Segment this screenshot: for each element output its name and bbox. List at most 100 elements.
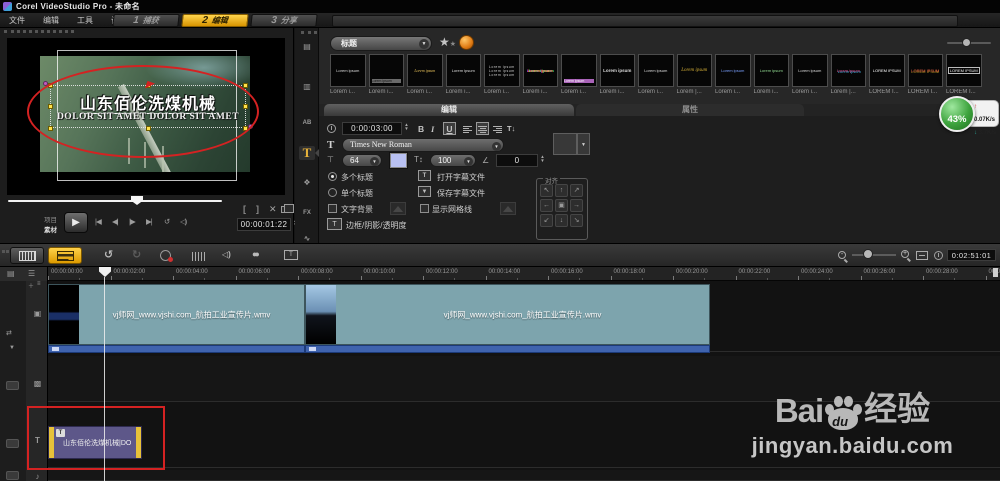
align-button-3[interactable]: ← <box>540 199 553 212</box>
tab-attributes[interactable]: 属性 <box>576 104 804 116</box>
graphic-icon[interactable]: ❖ <box>299 176 315 190</box>
mode-project-label[interactable]: 项目 <box>44 214 57 224</box>
thumb-preview[interactable]: Lorem ipsum <box>792 54 828 87</box>
redo-button[interactable]: ↻ <box>132 248 141 261</box>
mark-out-icon[interactable]: ] <box>256 204 259 214</box>
prev-frame-button[interactable]: ◀| <box>112 217 118 226</box>
preset-preview-box[interactable] <box>553 133 577 155</box>
chapter-title-icon[interactable]: T <box>284 250 298 260</box>
underline-button[interactable]: U <box>443 122 456 135</box>
rotate-angle-field[interactable]: 0 <box>496 154 538 167</box>
single-title-radio[interactable] <box>328 188 337 197</box>
home-button[interactable]: |◀ <box>95 217 101 226</box>
align-button-0[interactable]: ↖ <box>540 184 553 197</box>
template-thumb-7[interactable]: Lorem ipsumLorem i... <box>600 54 636 100</box>
voice-track-row[interactable] <box>48 470 1000 481</box>
playhead-line[interactable] <box>104 277 105 481</box>
text-color-swatch[interactable] <box>390 153 407 168</box>
track-expand-icon[interactable]: ▼ <box>9 345 15 351</box>
multiple-titles-radio[interactable] <box>328 172 337 181</box>
open-subtitle-label[interactable]: 打开字幕文件 <box>437 172 485 183</box>
thumb-preview[interactable]: Lorem ipsum <box>407 54 443 87</box>
add-track-icon[interactable]: ＋ <box>28 281 34 290</box>
template-thumb-16[interactable]: LOREM IPSUMLOREM I... <box>946 54 982 100</box>
thumb-preview[interactable]: Lorem ipsum <box>715 54 751 87</box>
undo-button[interactable]: ↺ <box>104 248 113 261</box>
record-capture-icon[interactable] <box>160 250 171 261</box>
overlay-track-icon[interactable]: ▩ <box>30 378 45 390</box>
gallery-mode-icon[interactable] <box>459 35 474 50</box>
align-left-button[interactable] <box>462 123 473 134</box>
track-list-icon[interactable]: ☰ <box>28 269 35 278</box>
fit-project-icon[interactable] <box>916 251 928 260</box>
title-track-lock-icon[interactable] <box>6 439 19 448</box>
menu-item-1[interactable]: 编辑 <box>34 13 68 28</box>
text-background-label[interactable]: 文字背景 <box>341 204 373 215</box>
text-background-options-button[interactable] <box>390 202 406 215</box>
angle-spinner[interactable]: ▲▼ <box>539 155 546 162</box>
project-duration-timecode[interactable]: 0:02:51:01 <box>947 249 996 261</box>
handle-ne[interactable] <box>243 83 248 88</box>
ruler-scroll-handle[interactable] <box>993 268 998 277</box>
template-thumb-9[interactable]: Lorem ipsumLorem |... <box>677 54 713 100</box>
template-thumb-8[interactable]: Lorem ipsumLorem i... <box>638 54 674 100</box>
mark-in-icon[interactable]: [ <box>243 204 246 214</box>
voice-track-icon[interactable]: ♪ <box>30 471 45 481</box>
transition-icon[interactable]: AB <box>299 116 315 130</box>
thumb-preview[interactable]: LOREM IPSUM <box>946 54 982 87</box>
grid-options-button[interactable] <box>500 202 516 215</box>
open-subtitle-icon[interactable]: T <box>418 170 431 181</box>
template-thumb-11[interactable]: Lorem ipsumLorem i... <box>754 54 790 100</box>
template-thumb-13[interactable]: Lorem ipsumLorem |... <box>831 54 867 100</box>
video-track-icon[interactable]: ▣ <box>30 308 45 320</box>
template-thumb-6[interactable]: Lorem ipsumLorem i... <box>561 54 597 100</box>
duration-field[interactable]: 0:00:03:00 <box>342 122 402 135</box>
thumb-preview[interactable]: Lorem ipsum <box>754 54 790 87</box>
play-button[interactable]: ▶ <box>64 212 88 233</box>
italic-button[interactable]: I <box>431 124 434 134</box>
next-frame-button[interactable]: |▶ <box>129 217 135 226</box>
sound-mixer-icon[interactable] <box>192 252 206 261</box>
step-tab-0[interactable]: 1捕获 <box>112 14 179 27</box>
template-thumb-2[interactable]: Lorem ipsumLorem i... <box>407 54 443 100</box>
audio-strip-1[interactable] <box>48 345 305 353</box>
template-thumb-5[interactable]: Lorem ipsumLorem i... <box>523 54 559 100</box>
voice-track-lock-icon[interactable] <box>6 471 19 480</box>
bold-button[interactable]: B <box>418 124 424 134</box>
net-monitor-badge[interactable]: 43% <box>939 96 975 132</box>
thumb-size-slider-thumb[interactable] <box>962 38 971 47</box>
timeline-zoom-slider[interactable] <box>852 254 896 256</box>
align-right-button[interactable] <box>492 123 503 134</box>
enlarge-preview-icon[interactable] <box>281 206 289 213</box>
template-thumb-14[interactable]: LOREM IPSUMLOREM I... <box>869 54 905 100</box>
template-thumb-1[interactable]: Lorem ipsumLorem i... <box>369 54 405 100</box>
scrub-bar[interactable] <box>8 200 222 202</box>
vertical-text-button[interactable]: T↓ <box>507 124 515 133</box>
align-button-8[interactable]: ↘ <box>570 214 583 227</box>
align-button-6[interactable]: ↙ <box>540 214 553 227</box>
align-button-2[interactable]: ↗ <box>570 184 583 197</box>
audio-strip-2[interactable] <box>305 345 710 353</box>
track-link-icon[interactable]: ⇄ <box>6 329 12 337</box>
preview-timecode[interactable]: 00:00:01:22 <box>237 218 291 231</box>
align-button-7[interactable]: ↓ <box>555 214 568 227</box>
template-thumb-10[interactable]: Lorem ipsumLorem i... <box>715 54 751 100</box>
font-dropdown[interactable]: Times New Roman ▼ <box>342 138 504 152</box>
thumb-preview[interactable]: Lorem ipsum <box>638 54 674 87</box>
title-icon[interactable]: T <box>299 146 315 160</box>
thumb-preview[interactable]: Lorem ipsum <box>369 54 405 87</box>
track-manager-icon[interactable]: ≡ <box>37 281 41 287</box>
menu-item-0[interactable]: 文件 <box>0 13 34 28</box>
duration-spinner[interactable]: ▲▼ <box>403 123 410 130</box>
thumb-preview[interactable]: Lorem ipsum Lorem ipsum Lorem ipsum <box>484 54 520 87</box>
font-size-dropdown[interactable]: 64 ▼ <box>342 154 382 167</box>
border-shadow-label[interactable]: 边框/阴影/透明度 <box>346 220 406 231</box>
instant-project-icon[interactable]: ▥ <box>299 80 315 94</box>
thumb-preview[interactable]: Lorem ipsum <box>330 54 366 87</box>
align-center-button[interactable] <box>476 122 489 135</box>
thumb-preview[interactable]: Lorem ipsum <box>677 54 713 87</box>
split-clip-icon[interactable]: ✕ <box>269 204 277 215</box>
thumb-preview[interactable]: Lorem ipsum <box>446 54 482 87</box>
align-button-4[interactable]: ▣ <box>555 199 568 212</box>
end-button[interactable]: ▶| <box>146 217 152 226</box>
